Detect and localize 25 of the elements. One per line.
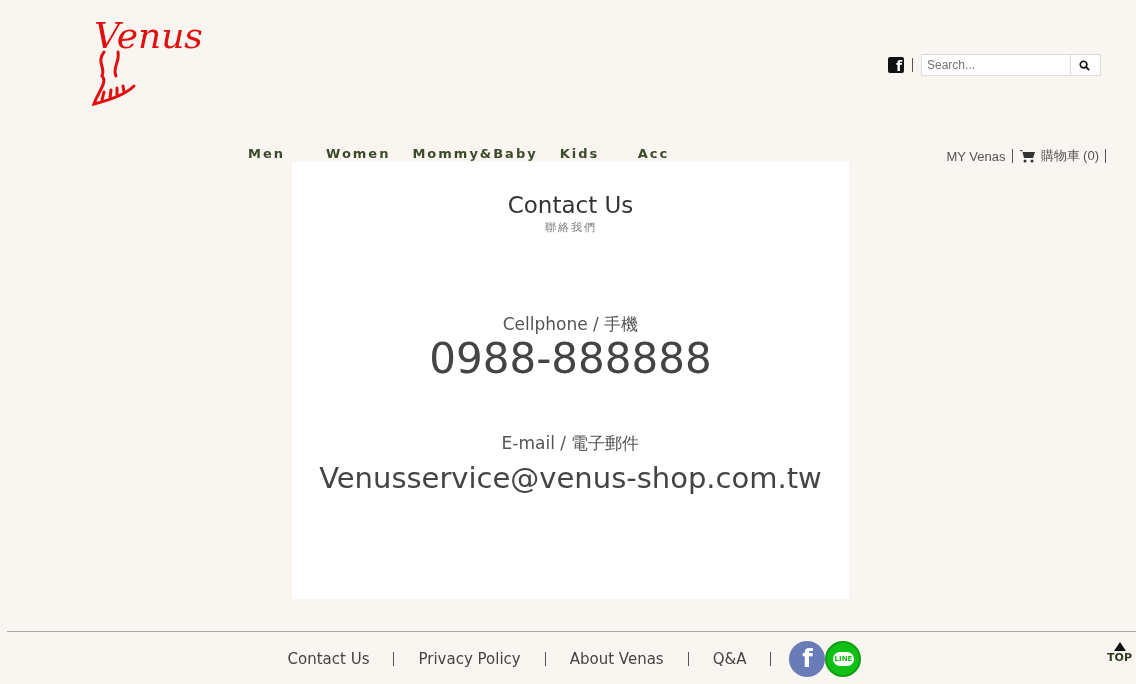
contact-label: Cellphone / 手機 xyxy=(502,313,639,336)
facebook-icon[interactable]: f xyxy=(789,640,826,677)
phone-number: 0988-888888 xyxy=(429,336,712,382)
facebook-icon[interactable]: f xyxy=(888,57,904,73)
footer-link[interactable]: Privacy Policy xyxy=(418,649,521,668)
account-link[interactable]: MY Venas xyxy=(946,148,1006,164)
back-to-top-button[interactable]: TOP xyxy=(1107,642,1132,664)
nav-link[interactable]: Men xyxy=(248,145,304,161)
nav-link[interactable]: Kids xyxy=(559,145,616,161)
footer-link[interactable]: Q&A xyxy=(712,649,747,668)
footer-link[interactable]: About Venas xyxy=(569,649,664,668)
contact-label: E-mail / 電子郵件 xyxy=(501,432,640,455)
nav-link[interactable]: Acc xyxy=(637,145,694,161)
page-title: Contact Us xyxy=(507,192,634,218)
nav-link[interactable]: Women xyxy=(326,145,391,161)
email-address: Venusservice@venus-shop.com.tw xyxy=(319,461,822,495)
logo[interactable]: Venus xyxy=(84,16,209,108)
search-button[interactable] xyxy=(1071,54,1101,76)
nav-link[interactable]: Mommy&Baby xyxy=(412,145,538,161)
page-subtitle: 聯絡我們 xyxy=(544,220,597,235)
cart-icon xyxy=(1018,149,1035,163)
search-icon xyxy=(1079,59,1090,71)
search-field[interactable]: Search... xyxy=(921,54,1071,76)
cart-link[interactable]: 購物車 (0) xyxy=(1040,147,1099,165)
footer-link[interactable]: Contact Us xyxy=(287,649,370,668)
